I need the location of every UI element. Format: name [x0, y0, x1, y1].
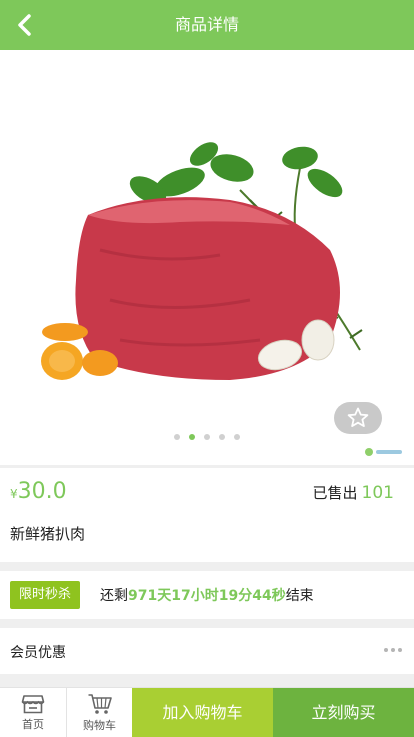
product-name: 新鲜猪扒肉 — [10, 525, 86, 543]
unit-hour: 小时 — [190, 588, 219, 604]
unit-second: 秒 — [271, 588, 286, 604]
carousel-dot[interactable] — [219, 434, 225, 440]
countdown-seconds: 44 — [252, 588, 272, 604]
countdown-timer: 还剩971天17小时19分44秒结束 — [100, 585, 314, 605]
carousel-dot-active[interactable] — [189, 434, 195, 440]
bottom-action-bar: 首页 购物车 加入购物车 立刻购买 — [0, 687, 414, 737]
home-tab[interactable]: 首页 — [0, 688, 66, 737]
countdown-minutes: 19 — [218, 588, 239, 604]
carousel-dot[interactable] — [204, 434, 210, 440]
member-discount-row[interactable]: 会员优惠 — [0, 628, 414, 674]
price-card: ¥30.0 已售出 101 新鲜猪扒肉 — [0, 468, 414, 562]
product-price: ¥30.0 — [10, 479, 67, 504]
top-bar: 商品详情 — [0, 0, 414, 50]
carousel-dot[interactable] — [234, 434, 240, 440]
countdown-suffix: 结束 — [285, 588, 314, 604]
countdown-prefix: 还剩 — [100, 588, 128, 604]
unit-day: 天 — [157, 588, 172, 604]
product-image-carousel[interactable] — [0, 50, 414, 465]
home-tab-label: 首页 — [22, 718, 44, 731]
flash-sale-badge: 限时秒杀 — [10, 581, 80, 609]
watermark-logo — [364, 446, 404, 461]
product-detail-page: 商品详情 ¥30.0 已售出 101 新鲜猪扒肉 限时秒杀 还剩971天17小时… — [0, 0, 414, 737]
unit-minute: 分 — [238, 588, 253, 604]
carousel-dot[interactable] — [174, 434, 180, 440]
price-value: 30.0 — [17, 479, 67, 504]
sold-count: 已售出 101 — [313, 482, 394, 503]
cart-tab[interactable]: 购物车 — [66, 688, 132, 737]
member-discount-label: 会员优惠 — [10, 645, 66, 661]
favorite-button[interactable] — [334, 402, 382, 434]
cart-tab-label: 购物车 — [83, 719, 116, 732]
store-icon — [21, 695, 45, 714]
currency-symbol: ¥ — [10, 487, 18, 501]
carousel-indicator — [0, 434, 414, 440]
countdown-days: 971 — [128, 588, 158, 604]
add-to-cart-button[interactable]: 加入购物车 — [132, 688, 273, 737]
cart-icon — [88, 694, 112, 714]
page-title: 商品详情 — [174, 15, 239, 34]
sold-number: 101 — [361, 483, 394, 503]
star-outline-icon — [347, 407, 369, 427]
flash-sale-bar: 限时秒杀 还剩971天17小时19分44秒结束 — [0, 571, 414, 619]
countdown-hours: 17 — [171, 588, 191, 604]
more-icon[interactable] — [384, 648, 402, 652]
sold-label: 已售出 — [312, 484, 358, 502]
buy-now-button[interactable]: 立刻购买 — [273, 688, 414, 737]
